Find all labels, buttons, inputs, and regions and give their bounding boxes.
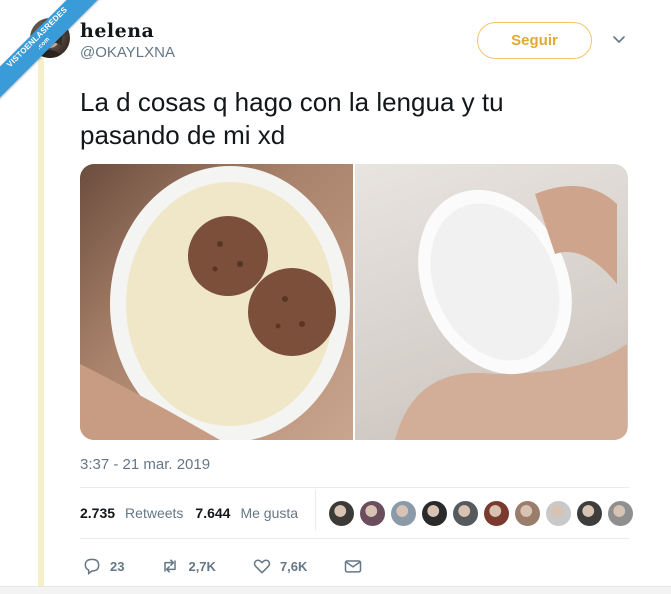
envelope-icon <box>345 560 362 573</box>
tweet-text: La d cosas q hago con la lengua y tu pas… <box>80 87 504 150</box>
message-button[interactable] <box>343 556 363 576</box>
liker-avatar[interactable] <box>452 500 479 527</box>
watermark-text: VISTOENLASREDES <box>5 5 70 70</box>
stats-separator <box>315 490 316 530</box>
likes-count[interactable]: 7.644 <box>195 505 230 521</box>
tweet-media[interactable] <box>80 164 628 440</box>
liker-avatar[interactable] <box>607 500 634 527</box>
quote-bar <box>38 58 44 588</box>
tweet-card: VISTOENLASREDES .com helena @OKAYLXNA Se… <box>0 0 671 594</box>
photo-chocolate-egg-open[interactable] <box>80 164 353 440</box>
liker-avatar[interactable] <box>514 500 541 527</box>
liker-avatar[interactable] <box>576 500 603 527</box>
like-count: 7,6K <box>279 558 308 574</box>
liker-avatar[interactable] <box>545 500 572 527</box>
retweets-label[interactable]: Retweets <box>125 505 183 521</box>
chevron-down-icon[interactable] <box>612 32 626 46</box>
display-name[interactable]: helena <box>80 20 154 42</box>
liker-avatar[interactable] <box>483 500 510 527</box>
bottom-edge <box>0 586 671 594</box>
likers-avatars[interactable] <box>328 500 634 527</box>
reply-button[interactable]: 23 <box>82 556 124 576</box>
retweet-icon <box>164 559 177 573</box>
tweet-stats: 2.735 Retweets 7.644 Me gusta <box>80 505 300 521</box>
retweets-count[interactable]: 2.735 <box>80 505 115 521</box>
reply-count: 23 <box>110 558 125 574</box>
like-button[interactable]: 7,6K <box>252 556 307 576</box>
retweet-button[interactable]: 2,7K <box>160 556 216 576</box>
user-handle[interactable]: @OKAYLXNA <box>80 44 175 61</box>
tweet-timestamp[interactable]: 3:37 - 21 mar. 2019 <box>80 456 210 473</box>
follow-button[interactable]: Seguir <box>477 22 592 59</box>
liker-avatar[interactable] <box>390 500 417 527</box>
divider <box>80 487 629 488</box>
liker-avatar[interactable] <box>421 500 448 527</box>
photo-empty-egg-shell[interactable] <box>355 164 628 440</box>
reply-icon <box>84 558 100 575</box>
heart-icon <box>253 559 271 574</box>
likes-label[interactable]: Me gusta <box>240 505 298 521</box>
liker-avatar[interactable] <box>359 500 386 527</box>
retweet-count: 2,7K <box>188 558 216 574</box>
tweet-actions: 23 2,7K 7,6K <box>82 556 399 576</box>
liker-avatar[interactable] <box>328 500 355 527</box>
divider <box>80 538 629 539</box>
